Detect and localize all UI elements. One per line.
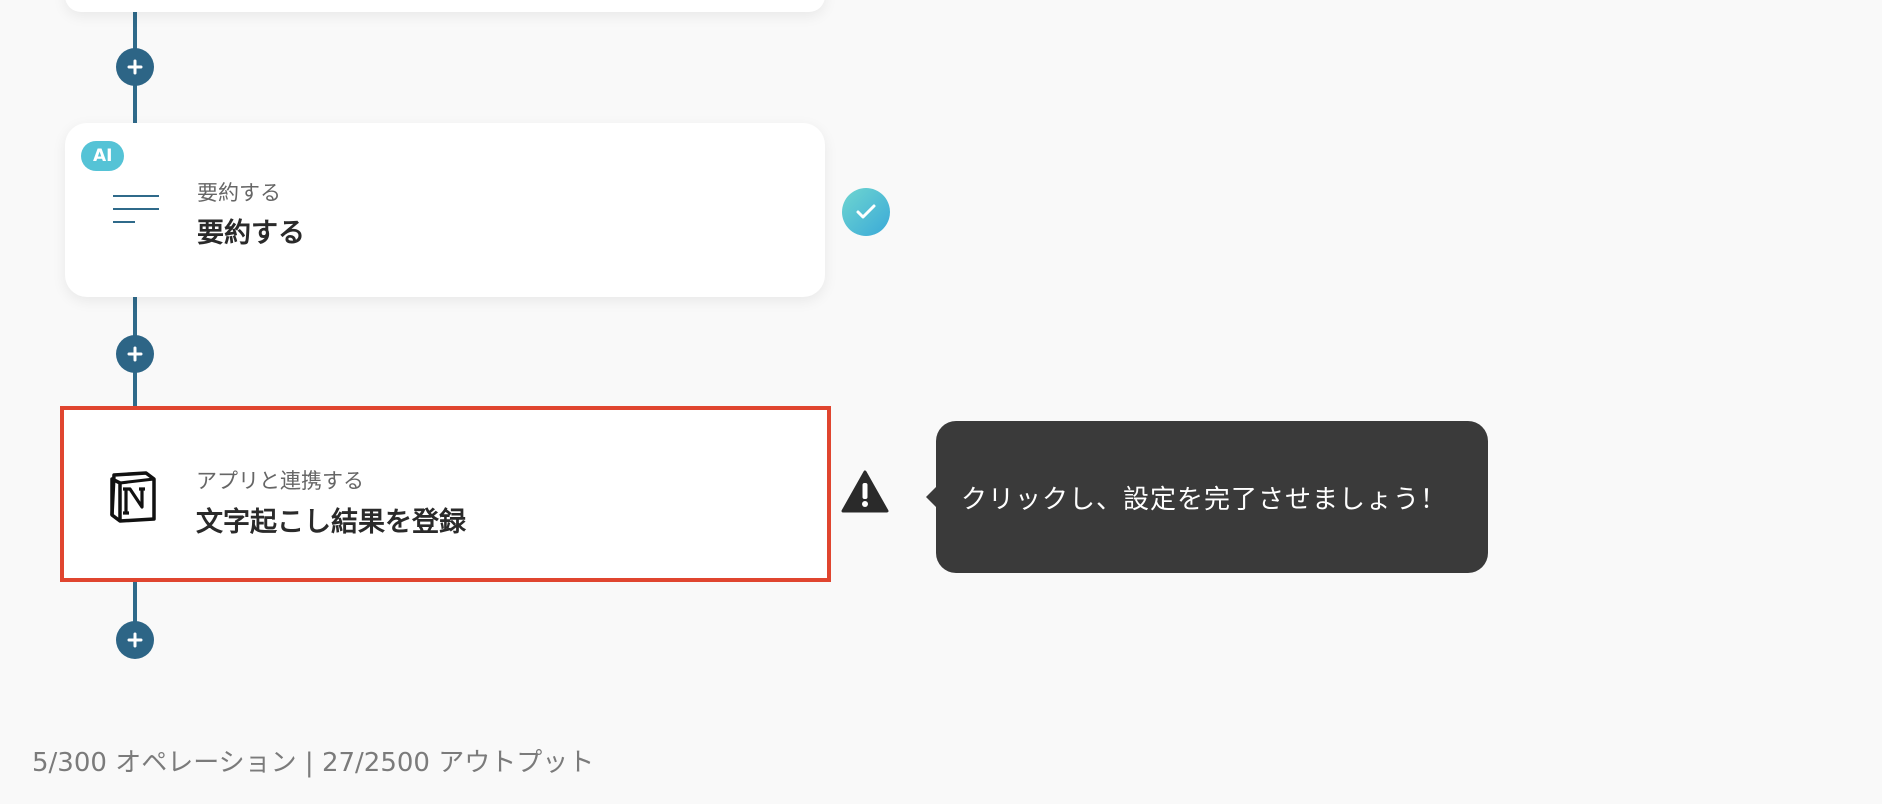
ai-badge: AI <box>81 141 125 171</box>
add-step-button[interactable] <box>116 48 154 86</box>
plus-icon <box>127 59 143 75</box>
summary-lines-icon <box>110 183 162 235</box>
add-step-button[interactable] <box>116 335 154 373</box>
plus-icon <box>127 346 143 362</box>
step-subtitle: アプリと連携する <box>196 469 364 493</box>
notion-icon <box>107 471 159 523</box>
setup-tooltip: クリックし、設定を完了させましょう！ <box>926 421 1488 573</box>
previous-step-card[interactable] <box>65 0 825 12</box>
usage-counter: 5/300 オペレーション | 27/2500 アウトプット <box>32 748 595 778</box>
summary-step-card[interactable]: AI 要約する 要約する <box>65 123 825 297</box>
step-subtitle: 要約する <box>197 181 281 205</box>
workflow-canvas: AI 要約する 要約する アプリと連携する 文字起こし結果を登録 クリックし、設… <box>0 0 1882 804</box>
add-step-button[interactable] <box>116 621 154 659</box>
warning-icon <box>841 470 889 514</box>
check-icon <box>842 188 890 236</box>
plus-icon <box>127 632 143 648</box>
step-title: 要約する <box>197 218 305 249</box>
tooltip-text: クリックし、設定を完了させましょう！ <box>961 484 1448 515</box>
step-title: 文字起こし結果を登録 <box>196 507 466 538</box>
notion-step-card[interactable]: アプリと連携する 文字起こし結果を登録 <box>60 406 831 582</box>
